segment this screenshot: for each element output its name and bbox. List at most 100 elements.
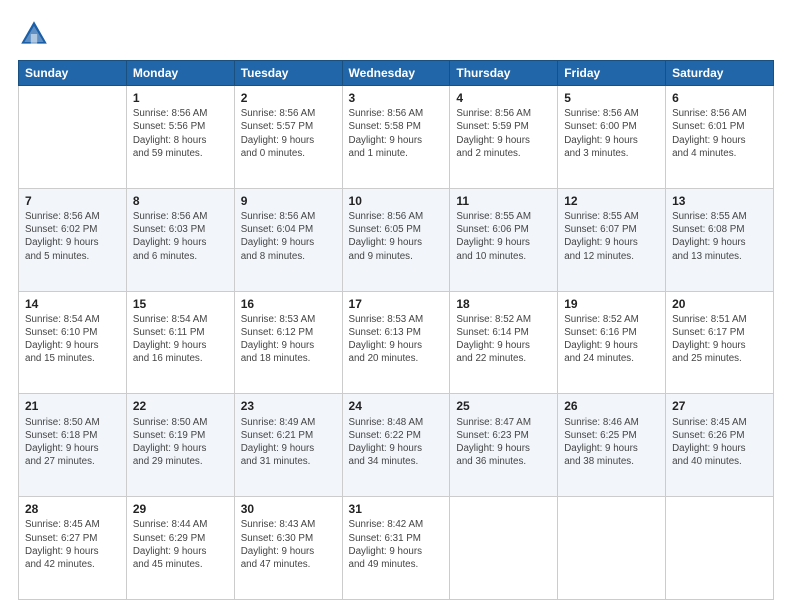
week-row-1: 7Sunrise: 8:56 AM Sunset: 6:02 PM Daylig… — [19, 188, 774, 291]
calendar-cell — [450, 497, 558, 600]
cell-info: Sunrise: 8:56 AM Sunset: 6:03 PM Dayligh… — [133, 210, 228, 263]
cell-day-number: 18 — [456, 296, 551, 312]
header-row: SundayMondayTuesdayWednesdayThursdayFrid… — [19, 61, 774, 86]
calendar-body: 1Sunrise: 8:56 AM Sunset: 5:56 PM Daylig… — [19, 86, 774, 600]
logo — [18, 18, 56, 50]
cell-day-number: 12 — [564, 193, 659, 209]
cell-info: Sunrise: 8:49 AM Sunset: 6:21 PM Dayligh… — [241, 416, 336, 469]
cell-info: Sunrise: 8:54 AM Sunset: 6:11 PM Dayligh… — [133, 313, 228, 366]
logo-icon — [18, 18, 50, 50]
cell-info: Sunrise: 8:56 AM Sunset: 5:59 PM Dayligh… — [456, 107, 551, 160]
cell-info: Sunrise: 8:44 AM Sunset: 6:29 PM Dayligh… — [133, 518, 228, 571]
header-cell-monday: Monday — [126, 61, 234, 86]
cell-info: Sunrise: 8:52 AM Sunset: 6:16 PM Dayligh… — [564, 313, 659, 366]
calendar-cell: 18Sunrise: 8:52 AM Sunset: 6:14 PM Dayli… — [450, 291, 558, 394]
cell-day-number: 31 — [349, 501, 444, 517]
cell-info: Sunrise: 8:51 AM Sunset: 6:17 PM Dayligh… — [672, 313, 767, 366]
cell-day-number: 8 — [133, 193, 228, 209]
cell-info: Sunrise: 8:56 AM Sunset: 5:58 PM Dayligh… — [349, 107, 444, 160]
cell-day-number: 28 — [25, 501, 120, 517]
week-row-2: 14Sunrise: 8:54 AM Sunset: 6:10 PM Dayli… — [19, 291, 774, 394]
calendar-cell: 23 Sunrise: 8:49 AM Sunset: 6:21 PM Dayli… — [234, 394, 342, 497]
page: SundayMondayTuesdayWednesdayThursdayFrid… — [0, 0, 792, 612]
header-cell-sunday: Sunday — [19, 61, 127, 86]
header — [18, 18, 774, 50]
calendar-cell: 19Sunrise: 8:52 AM Sunset: 6:16 PM Dayli… — [558, 291, 666, 394]
cell-day-number: 7 — [25, 193, 120, 209]
calendar-cell: 26Sunrise: 8:46 AM Sunset: 6:25 PM Dayli… — [558, 394, 666, 497]
cell-day-number: 24 — [349, 398, 444, 414]
week-row-0: 1Sunrise: 8:56 AM Sunset: 5:56 PM Daylig… — [19, 86, 774, 189]
cell-day-number: 1 — [133, 90, 228, 106]
header-cell-thursday: Thursday — [450, 61, 558, 86]
cell-info: Sunrise: 8:50 AM Sunset: 6:19 PM Dayligh… — [133, 416, 228, 469]
cell-info: Sunrise: 8:55 AM Sunset: 6:06 PM Dayligh… — [456, 210, 551, 263]
cell-info: Sunrise: 8:53 AM Sunset: 6:13 PM Dayligh… — [349, 313, 444, 366]
calendar-table: SundayMondayTuesdayWednesdayThursdayFrid… — [18, 60, 774, 600]
calendar-cell: 11Sunrise: 8:55 AM Sunset: 6:06 PM Dayli… — [450, 188, 558, 291]
calendar-cell: 4Sunrise: 8:56 AM Sunset: 5:59 PM Daylig… — [450, 86, 558, 189]
cell-info: Sunrise: 8:42 AM Sunset: 6:31 PM Dayligh… — [349, 518, 444, 571]
header-cell-tuesday: Tuesday — [234, 61, 342, 86]
calendar-cell: 25 Sunrise: 8:47 AM Sunset: 6:23 PM Dayli… — [450, 394, 558, 497]
calendar-cell: 31Sunrise: 8:42 AM Sunset: 6:31 PM Dayli… — [342, 497, 450, 600]
calendar-cell: 27 Sunrise: 8:45 AM Sunset: 6:26 PM Dayli… — [666, 394, 774, 497]
calendar-cell: 28Sunrise: 8:45 AM Sunset: 6:27 PM Dayli… — [19, 497, 127, 600]
calendar-cell: 6Sunrise: 8:56 AM Sunset: 6:01 PM Daylig… — [666, 86, 774, 189]
cell-day-number: 13 — [672, 193, 767, 209]
cell-info: Sunrise: 8:43 AM Sunset: 6:30 PM Dayligh… — [241, 518, 336, 571]
cell-info: Sunrise: 8:55 AM Sunset: 6:08 PM Dayligh… — [672, 210, 767, 263]
cell-info: Sunrise: 8:45 AM Sunset: 6:26 PM Dayligh… — [672, 416, 767, 469]
cell-info: Sunrise: 8:50 AM Sunset: 6:18 PM Dayligh… — [25, 416, 120, 469]
calendar-cell: 24 Sunrise: 8:48 AM Sunset: 6:22 PM Dayli… — [342, 394, 450, 497]
calendar-cell: 21Sunrise: 8:50 AM Sunset: 6:18 PM Dayli… — [19, 394, 127, 497]
cell-day-number: 30 — [241, 501, 336, 517]
cell-info: Sunrise: 8:55 AM Sunset: 6:07 PM Dayligh… — [564, 210, 659, 263]
header-cell-wednesday: Wednesday — [342, 61, 450, 86]
cell-day-number: 20 — [672, 296, 767, 312]
header-cell-saturday: Saturday — [666, 61, 774, 86]
cell-day-number: 10 — [349, 193, 444, 209]
cell-day-number: 5 — [564, 90, 659, 106]
week-row-4: 28Sunrise: 8:45 AM Sunset: 6:27 PM Dayli… — [19, 497, 774, 600]
calendar-cell: 9Sunrise: 8:56 AM Sunset: 6:04 PM Daylig… — [234, 188, 342, 291]
cell-info: Sunrise: 8:56 AM Sunset: 6:04 PM Dayligh… — [241, 210, 336, 263]
calendar-cell: 5Sunrise: 8:56 AM Sunset: 6:00 PM Daylig… — [558, 86, 666, 189]
cell-info: Sunrise: 8:54 AM Sunset: 6:10 PM Dayligh… — [25, 313, 120, 366]
calendar-cell: 29Sunrise: 8:44 AM Sunset: 6:29 PM Dayli… — [126, 497, 234, 600]
cell-day-number: 4 — [456, 90, 551, 106]
cell-info: Sunrise: 8:47 AM Sunset: 6:23 PM Dayligh… — [456, 416, 551, 469]
cell-info: Sunrise: 8:45 AM Sunset: 6:27 PM Dayligh… — [25, 518, 120, 571]
cell-day-number: 17 — [349, 296, 444, 312]
cell-info: Sunrise: 8:56 AM Sunset: 5:57 PM Dayligh… — [241, 107, 336, 160]
calendar-cell: 16Sunrise: 8:53 AM Sunset: 6:12 PM Dayli… — [234, 291, 342, 394]
cell-info: Sunrise: 8:46 AM Sunset: 6:25 PM Dayligh… — [564, 416, 659, 469]
cell-day-number: 6 — [672, 90, 767, 106]
calendar-cell: 14Sunrise: 8:54 AM Sunset: 6:10 PM Dayli… — [19, 291, 127, 394]
cell-day-number: 29 — [133, 501, 228, 517]
calendar-cell: 1Sunrise: 8:56 AM Sunset: 5:56 PM Daylig… — [126, 86, 234, 189]
calendar-cell: 3Sunrise: 8:56 AM Sunset: 5:58 PM Daylig… — [342, 86, 450, 189]
cell-day-number: 27 — [672, 398, 767, 414]
cell-day-number: 15 — [133, 296, 228, 312]
calendar-cell: 2Sunrise: 8:56 AM Sunset: 5:57 PM Daylig… — [234, 86, 342, 189]
cell-day-number: 25 — [456, 398, 551, 414]
week-row-3: 21Sunrise: 8:50 AM Sunset: 6:18 PM Dayli… — [19, 394, 774, 497]
calendar-cell: 10Sunrise: 8:56 AM Sunset: 6:05 PM Dayli… — [342, 188, 450, 291]
cell-day-number: 23 — [241, 398, 336, 414]
calendar-cell: 7Sunrise: 8:56 AM Sunset: 6:02 PM Daylig… — [19, 188, 127, 291]
cell-day-number: 2 — [241, 90, 336, 106]
cell-info: Sunrise: 8:56 AM Sunset: 6:02 PM Dayligh… — [25, 210, 120, 263]
cell-day-number: 16 — [241, 296, 336, 312]
cell-info: Sunrise: 8:52 AM Sunset: 6:14 PM Dayligh… — [456, 313, 551, 366]
cell-day-number: 22 — [133, 398, 228, 414]
cell-info: Sunrise: 8:56 AM Sunset: 6:00 PM Dayligh… — [564, 107, 659, 160]
cell-info: Sunrise: 8:48 AM Sunset: 6:22 PM Dayligh… — [349, 416, 444, 469]
cell-day-number: 9 — [241, 193, 336, 209]
cell-day-number: 14 — [25, 296, 120, 312]
calendar-cell — [666, 497, 774, 600]
calendar-cell: 30Sunrise: 8:43 AM Sunset: 6:30 PM Dayli… — [234, 497, 342, 600]
calendar-header: SundayMondayTuesdayWednesdayThursdayFrid… — [19, 61, 774, 86]
cell-day-number: 11 — [456, 193, 551, 209]
cell-info: Sunrise: 8:56 AM Sunset: 5:56 PM Dayligh… — [133, 107, 228, 160]
